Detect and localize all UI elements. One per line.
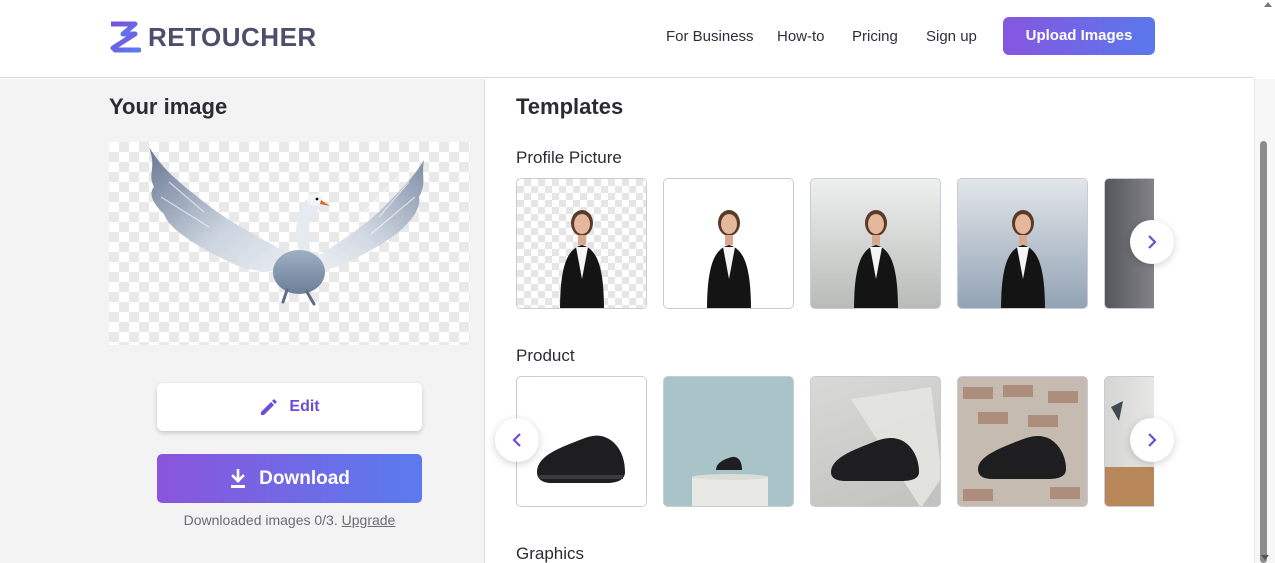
profile-picture-carousel (516, 178, 1154, 310)
scroll-down-arrow-icon[interactable] (1261, 555, 1269, 560)
your-image-panel: Your image Edit Download Downloaded imag… (0, 79, 485, 563)
logo-text: RETOUCHER (148, 22, 317, 52)
woman-portrait-image (560, 210, 604, 308)
product-carousel (516, 376, 1154, 508)
woman-portrait-image (854, 210, 898, 308)
download-button[interactable]: Download (157, 454, 422, 503)
sneaker-brick-wall-image (958, 377, 1087, 506)
chevron-right-icon (1148, 235, 1157, 249)
template-tile[interactable] (810, 376, 941, 507)
scroll-up-arrow-icon[interactable] (1264, 2, 1272, 7)
download-quota-text: Downloaded images 0/3. (183, 512, 338, 528)
template-tile[interactable] (516, 178, 647, 309)
profile-next-arrow[interactable] (1130, 220, 1174, 264)
chevron-right-icon (1148, 433, 1157, 447)
your-image-title: Your image (109, 94, 228, 119)
edit-button[interactable]: Edit (157, 383, 422, 431)
retoucher-logo-icon (110, 21, 141, 53)
sneaker-on-pedestal-image (692, 456, 768, 506)
nav-pricing[interactable]: Pricing (852, 18, 898, 55)
top-header: RETOUCHER For Business How-to Pricing Si… (0, 0, 1275, 78)
pencil-icon (261, 399, 278, 415)
template-tile[interactable] (663, 376, 794, 507)
logo[interactable]: RETOUCHER (109, 21, 317, 53)
section-title-profile-picture: Profile Picture (516, 148, 622, 167)
template-tile[interactable] (957, 376, 1088, 507)
woman-portrait-image (1001, 210, 1045, 308)
section-title-product: Product (516, 346, 575, 365)
download-quota-note: Downloaded images 0/3. Upgrade (109, 512, 470, 528)
download-icon (231, 468, 246, 488)
image-preview (109, 142, 470, 345)
chevron-left-icon (512, 433, 521, 447)
section-title-graphics: Graphics (516, 544, 585, 563)
template-tile[interactable] (663, 178, 794, 309)
product-prev-arrow[interactable] (495, 418, 539, 462)
sneaker-image (831, 387, 940, 506)
nav-how-to[interactable]: How-to (777, 18, 825, 55)
woman-portrait-image (707, 210, 751, 308)
upload-images-button[interactable]: Upload Images (1003, 17, 1155, 55)
product-next-arrow[interactable] (1130, 418, 1174, 462)
template-tile[interactable] (810, 178, 941, 309)
templates-panel: Templates Profile Picture Product Graphi… (486, 79, 1254, 563)
nav-for-business[interactable]: For Business (666, 18, 754, 55)
template-tile[interactable] (957, 178, 1088, 309)
swan-cutout-image (149, 147, 424, 306)
templates-title: Templates (516, 94, 624, 119)
nav-sign-up[interactable]: Sign up (926, 18, 977, 55)
scrollbar-thumb[interactable] (1260, 141, 1267, 563)
upgrade-link[interactable]: Upgrade (342, 512, 396, 528)
vertical-scrollbar[interactable] (1254, 79, 1275, 563)
scrollbar-top-area (1254, 0, 1275, 78)
edit-label: Edit (289, 398, 320, 415)
download-label: Download (259, 467, 350, 489)
